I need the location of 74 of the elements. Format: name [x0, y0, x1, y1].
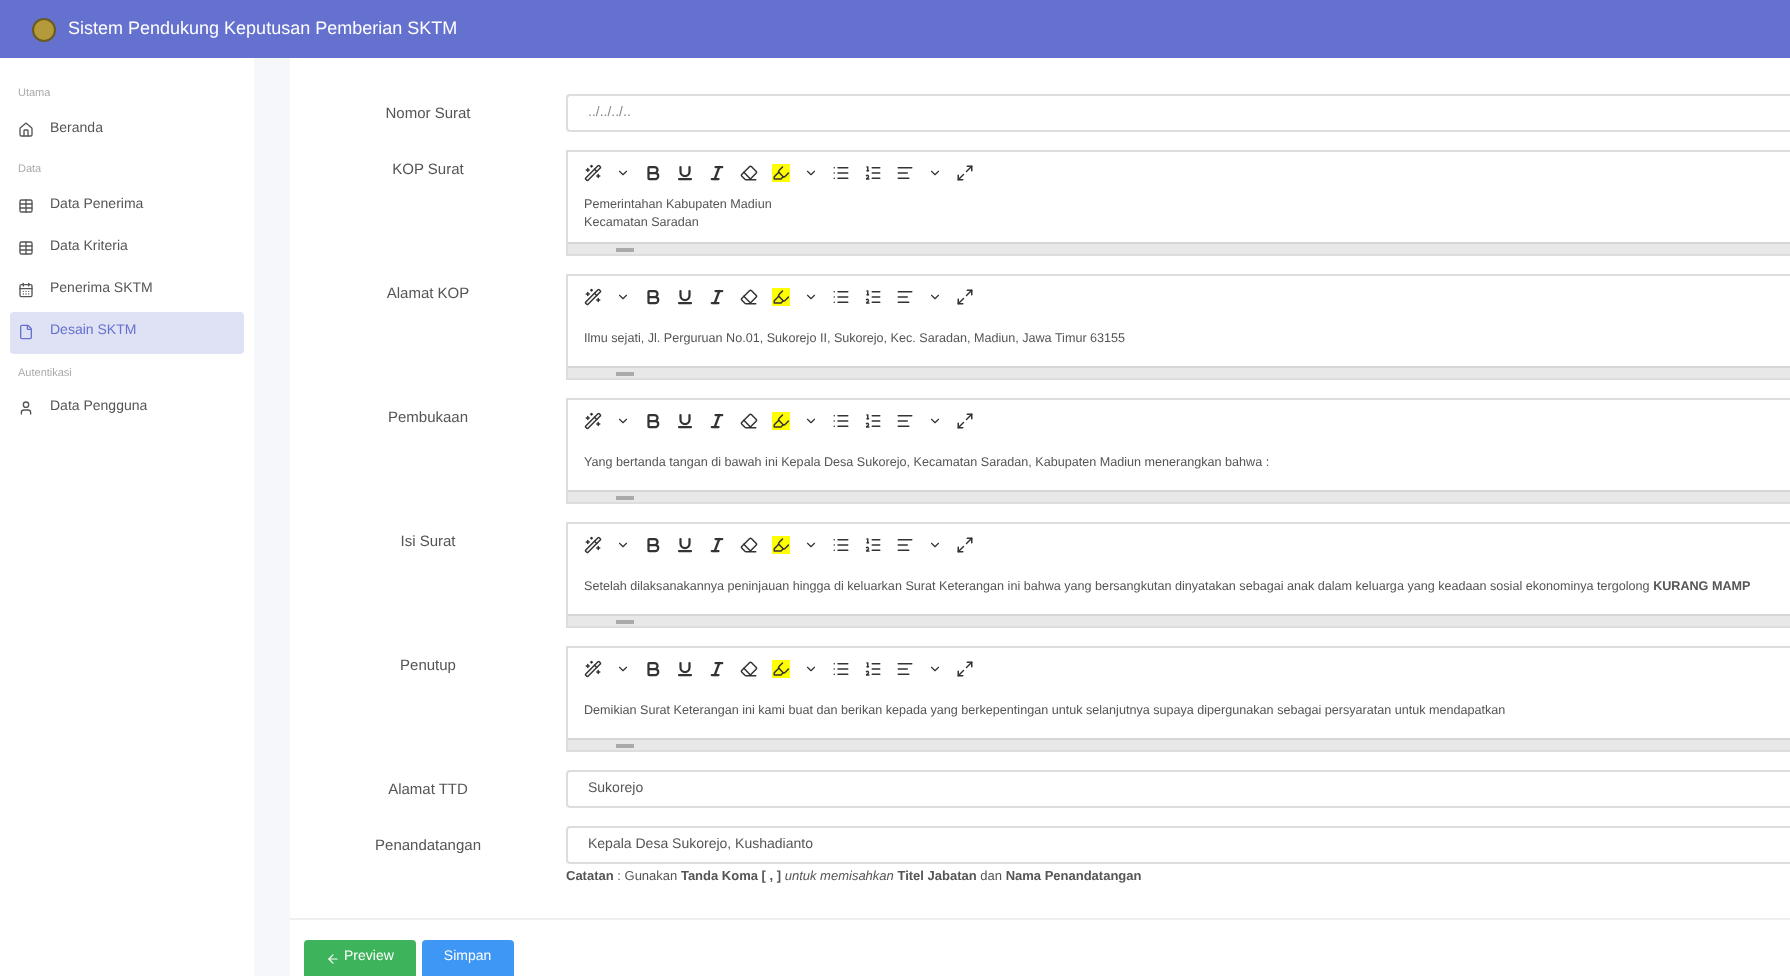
bold-icon[interactable] [644, 163, 662, 181]
numbered-list-icon[interactable] [864, 163, 882, 181]
italic-icon[interactable] [708, 535, 726, 553]
arrow-left-icon [326, 951, 340, 965]
underline-icon[interactable] [676, 287, 694, 305]
table-icon [18, 198, 34, 214]
fullscreen-icon[interactable] [956, 535, 974, 553]
caret-icon[interactable] [928, 289, 942, 303]
bold-icon[interactable] [644, 659, 662, 677]
caret-icon[interactable] [616, 413, 630, 427]
caret-icon[interactable] [804, 413, 818, 427]
magic-wand-icon[interactable] [584, 535, 602, 553]
app-title: Sistem Pendukung Keputusan Pemberian SKTM [68, 15, 458, 42]
eraser-icon[interactable] [740, 163, 758, 181]
bullet-list-icon[interactable] [832, 287, 850, 305]
highlighter-icon[interactable] [772, 659, 790, 677]
align-left-icon[interactable] [896, 535, 914, 553]
magic-wand-icon[interactable] [584, 163, 602, 181]
magic-wand-icon[interactable] [584, 411, 602, 429]
underline-icon[interactable] [676, 411, 694, 429]
eraser-icon[interactable] [740, 659, 758, 677]
bold-icon[interactable] [644, 535, 662, 553]
caret-icon[interactable] [928, 661, 942, 675]
align-left-icon[interactable] [896, 659, 914, 677]
caret-icon[interactable] [616, 165, 630, 179]
highlighter-icon[interactable] [772, 163, 790, 181]
caret-icon[interactable] [804, 661, 818, 675]
caret-icon[interactable] [616, 289, 630, 303]
align-left-icon[interactable] [896, 411, 914, 429]
bold-icon[interactable] [644, 287, 662, 305]
calendar-icon [18, 282, 34, 298]
caret-icon[interactable] [804, 165, 818, 179]
numbered-list-icon[interactable] [864, 287, 882, 305]
caret-icon[interactable] [616, 537, 630, 551]
eraser-icon[interactable] [740, 535, 758, 553]
numbered-list-icon[interactable] [864, 659, 882, 677]
user-icon [18, 400, 34, 417]
fullscreen-icon[interactable] [956, 287, 974, 305]
caret-icon[interactable] [928, 165, 942, 179]
table-icon [18, 240, 34, 256]
underline-icon[interactable] [676, 163, 694, 181]
fullscreen-icon[interactable] [956, 163, 974, 181]
eraser-icon[interactable] [740, 411, 758, 429]
logo-icon [32, 17, 56, 41]
highlighter-icon[interactable] [772, 411, 790, 429]
fullscreen-icon[interactable] [956, 659, 974, 677]
home-icon [18, 121, 34, 138]
italic-icon[interactable] [708, 287, 726, 305]
bold-icon[interactable] [644, 411, 662, 429]
bullet-list-icon[interactable] [832, 535, 850, 553]
caret-icon[interactable] [616, 661, 630, 675]
caret-icon[interactable] [804, 537, 818, 551]
numbered-list-icon[interactable] [864, 535, 882, 553]
underline-icon[interactable] [676, 535, 694, 553]
bullet-list-icon[interactable] [832, 659, 850, 677]
italic-icon[interactable] [708, 411, 726, 429]
numbered-list-icon[interactable] [864, 411, 882, 429]
file-icon [18, 324, 34, 340]
magic-wand-icon[interactable] [584, 659, 602, 677]
italic-icon[interactable] [708, 659, 726, 677]
caret-icon[interactable] [928, 413, 942, 427]
align-left-icon[interactable] [896, 287, 914, 305]
bullet-list-icon[interactable] [832, 163, 850, 181]
fullscreen-icon[interactable] [956, 411, 974, 429]
highlighter-icon[interactable] [772, 535, 790, 553]
magic-wand-icon[interactable] [584, 287, 602, 305]
caret-icon[interactable] [804, 289, 818, 303]
caret-icon[interactable] [928, 537, 942, 551]
highlighter-icon[interactable] [772, 287, 790, 305]
bullet-list-icon[interactable] [832, 411, 850, 429]
italic-icon[interactable] [708, 163, 726, 181]
align-left-icon[interactable] [896, 163, 914, 181]
eraser-icon[interactable] [740, 287, 758, 305]
underline-icon[interactable] [676, 659, 694, 677]
